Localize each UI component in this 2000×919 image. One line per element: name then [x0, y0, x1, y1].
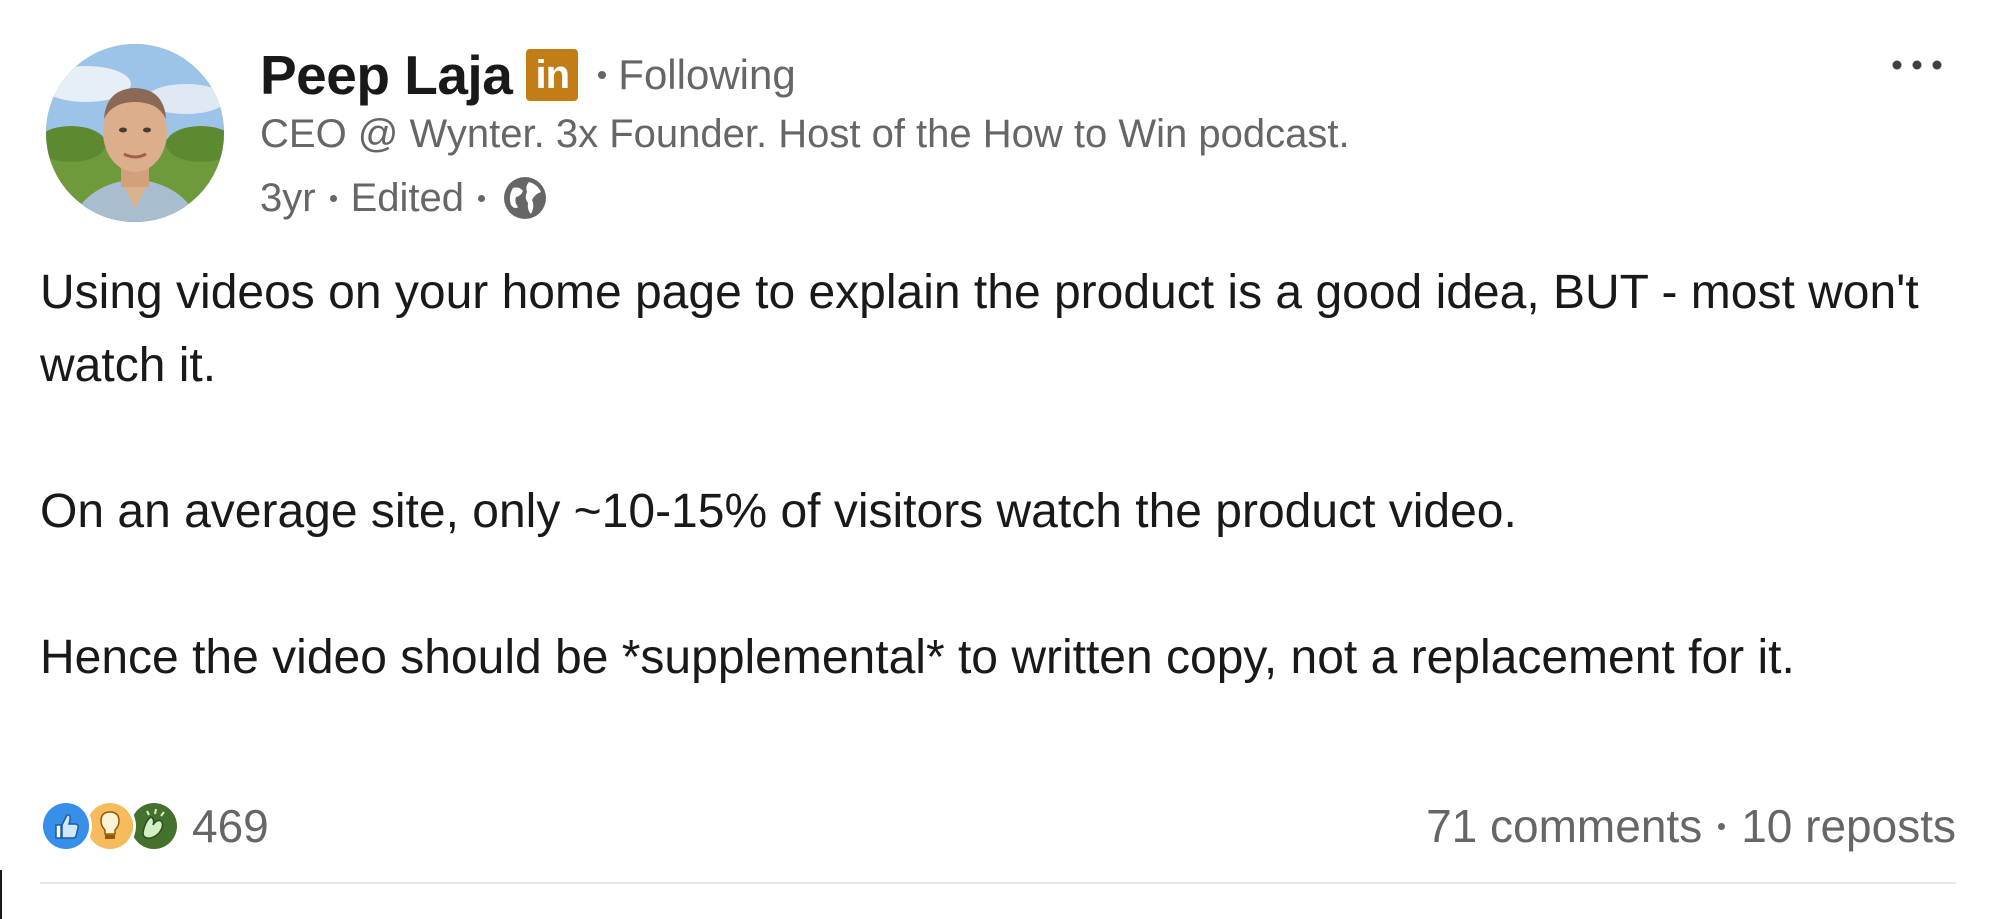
post-paragraph: Hence the video should be *supplemental*… [40, 631, 1795, 684]
author-name-row: Peep Laja in Following [260, 42, 796, 108]
post-age[interactable]: 3yr [260, 176, 316, 221]
separator-dot [478, 194, 485, 202]
separator-dot [1718, 822, 1726, 830]
comments-count-link[interactable]: 71 comments [1426, 799, 1702, 853]
reactions-summary[interactable]: 469 [40, 796, 269, 856]
more-icon [1892, 60, 1942, 70]
author-headline: CEO @ Wynter. 3x Founder. Host of the Ho… [260, 112, 1350, 156]
author-avatar[interactable] [46, 44, 224, 222]
post-meta: 3yr Edited [260, 168, 551, 228]
edited-label: Edited [350, 175, 464, 220]
social-counts: 71 comments 10 reposts [1426, 796, 1956, 856]
divider [40, 882, 1956, 884]
follow-status: Following [618, 51, 796, 98]
linkedin-post: Peep Laja in Following CEO @ Wynter. 3x … [0, 0, 2000, 919]
post-body: Using videos on your home page to explai… [40, 256, 1970, 694]
more-options-button[interactable] [1882, 40, 1952, 90]
post-paragraph: Using videos on your home page to explai… [40, 266, 1919, 392]
post-paragraph: On an average site, only ~10-15% of visi… [40, 485, 1517, 538]
like-icon [40, 800, 92, 852]
globe-icon [499, 172, 551, 224]
separator-dot [598, 71, 607, 79]
reaction-count: 469 [192, 800, 269, 852]
linkedin-premium-badge: in [526, 49, 579, 101]
author-name[interactable]: Peep Laja [260, 43, 513, 107]
reposts-count-link[interactable]: 10 reposts [1741, 799, 1956, 853]
text-cursor [0, 870, 2, 919]
separator-dot [329, 194, 337, 202]
